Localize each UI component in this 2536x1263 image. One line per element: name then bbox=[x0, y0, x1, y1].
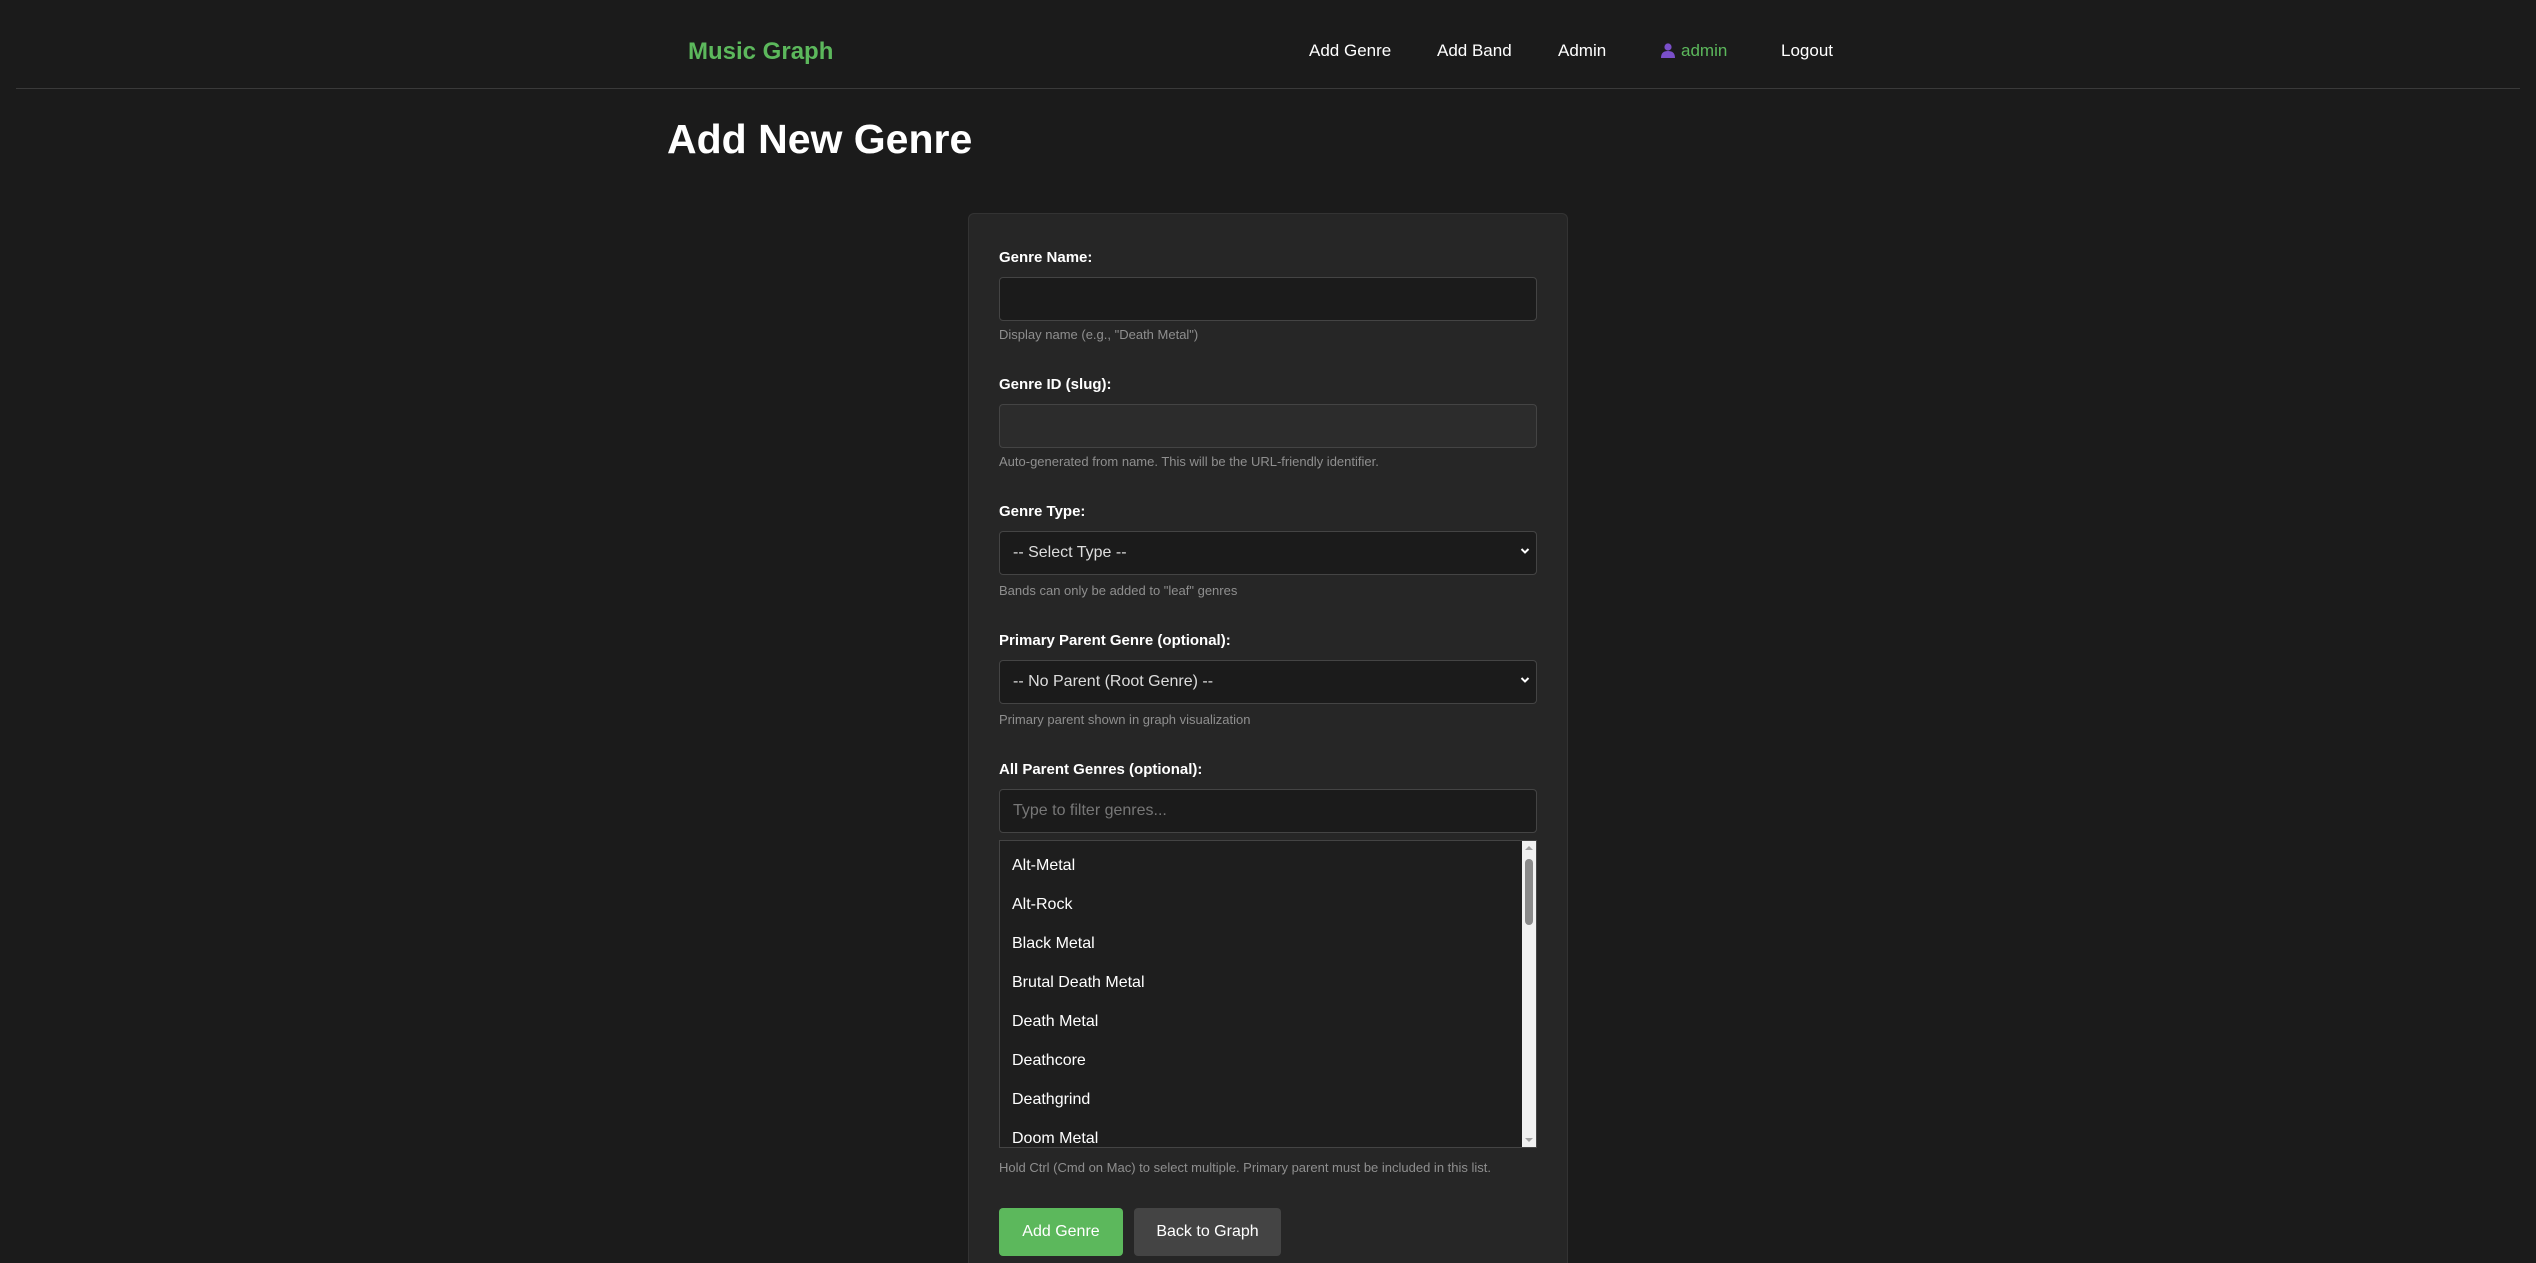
list-item[interactable]: Deathcore bbox=[1012, 1052, 1086, 1070]
list-item[interactable]: Alt-Metal bbox=[1012, 857, 1075, 875]
genre-id-help: Auto-generated from name. This will be t… bbox=[999, 454, 1379, 469]
nav-add-band[interactable]: Add Band bbox=[1437, 41, 1512, 61]
primary-parent-help: Primary parent shown in graph visualizat… bbox=[999, 712, 1251, 727]
back-to-graph-button[interactable]: Back to Graph bbox=[1134, 1208, 1281, 1256]
nav-logout[interactable]: Logout bbox=[1781, 41, 1833, 61]
page-title: Add New Genre bbox=[667, 116, 973, 162]
user-icon bbox=[1661, 43, 1675, 58]
genre-id-input[interactable] bbox=[999, 404, 1537, 448]
top-navbar: Music Graph Add Genre Add Band Admin adm… bbox=[16, 0, 2520, 89]
nav-admin[interactable]: Admin bbox=[1558, 41, 1606, 61]
add-genre-button[interactable]: Add Genre bbox=[999, 1208, 1123, 1256]
genre-name-help: Display name (e.g., "Death Metal") bbox=[999, 327, 1199, 342]
scroll-down-icon[interactable] bbox=[1522, 1133, 1536, 1147]
list-item[interactable]: Brutal Death Metal bbox=[1012, 974, 1145, 992]
nav-add-genre[interactable]: Add Genre bbox=[1309, 41, 1391, 61]
genre-type-help: Bands can only be added to "leaf" genres bbox=[999, 583, 1238, 598]
genre-name-label: Genre Name: bbox=[999, 249, 1093, 266]
list-item[interactable]: Alt-Rock bbox=[1012, 896, 1072, 914]
primary-parent-selected: -- No Parent (Root Genre) -- bbox=[1013, 673, 1214, 690]
list-item[interactable]: Black Metal bbox=[1012, 935, 1095, 953]
list-item[interactable]: Death Metal bbox=[1012, 1013, 1098, 1031]
genre-name-input[interactable] bbox=[999, 277, 1537, 321]
list-item[interactable]: Deathgrind bbox=[1012, 1091, 1090, 1109]
primary-parent-select[interactable]: -- No Parent (Root Genre) -- bbox=[999, 660, 1537, 704]
primary-parent-label: Primary Parent Genre (optional): bbox=[999, 632, 1231, 649]
nav-user-label: admin bbox=[1681, 41, 1728, 60]
nav-user[interactable]: admin bbox=[1661, 41, 1727, 61]
genre-type-select[interactable]: -- Select Type -- bbox=[999, 531, 1537, 575]
add-genre-form: Genre Name: Display name (e.g., "Death M… bbox=[968, 213, 1568, 1263]
chevron-down-icon bbox=[1520, 677, 1530, 683]
genre-filter-input[interactable] bbox=[999, 789, 1537, 833]
listbox-scrollbar[interactable] bbox=[1522, 841, 1536, 1147]
chevron-down-icon bbox=[1520, 548, 1530, 554]
genre-type-selected: -- Select Type -- bbox=[1013, 544, 1127, 561]
brand-logo[interactable]: Music Graph bbox=[688, 38, 833, 66]
parent-genres-listbox[interactable]: Alt-Metal Alt-Rock Black Metal Brutal De… bbox=[999, 840, 1537, 1148]
all-parents-help: Hold Ctrl (Cmd on Mac) to select multipl… bbox=[999, 1160, 1492, 1175]
scroll-thumb[interactable] bbox=[1525, 859, 1533, 925]
genre-id-label: Genre ID (slug): bbox=[999, 376, 1112, 393]
genre-type-label: Genre Type: bbox=[999, 503, 1086, 520]
all-parents-label: All Parent Genres (optional): bbox=[999, 761, 1203, 778]
scroll-up-icon[interactable] bbox=[1522, 841, 1536, 855]
list-item[interactable]: Doom Metal bbox=[1012, 1130, 1098, 1147]
